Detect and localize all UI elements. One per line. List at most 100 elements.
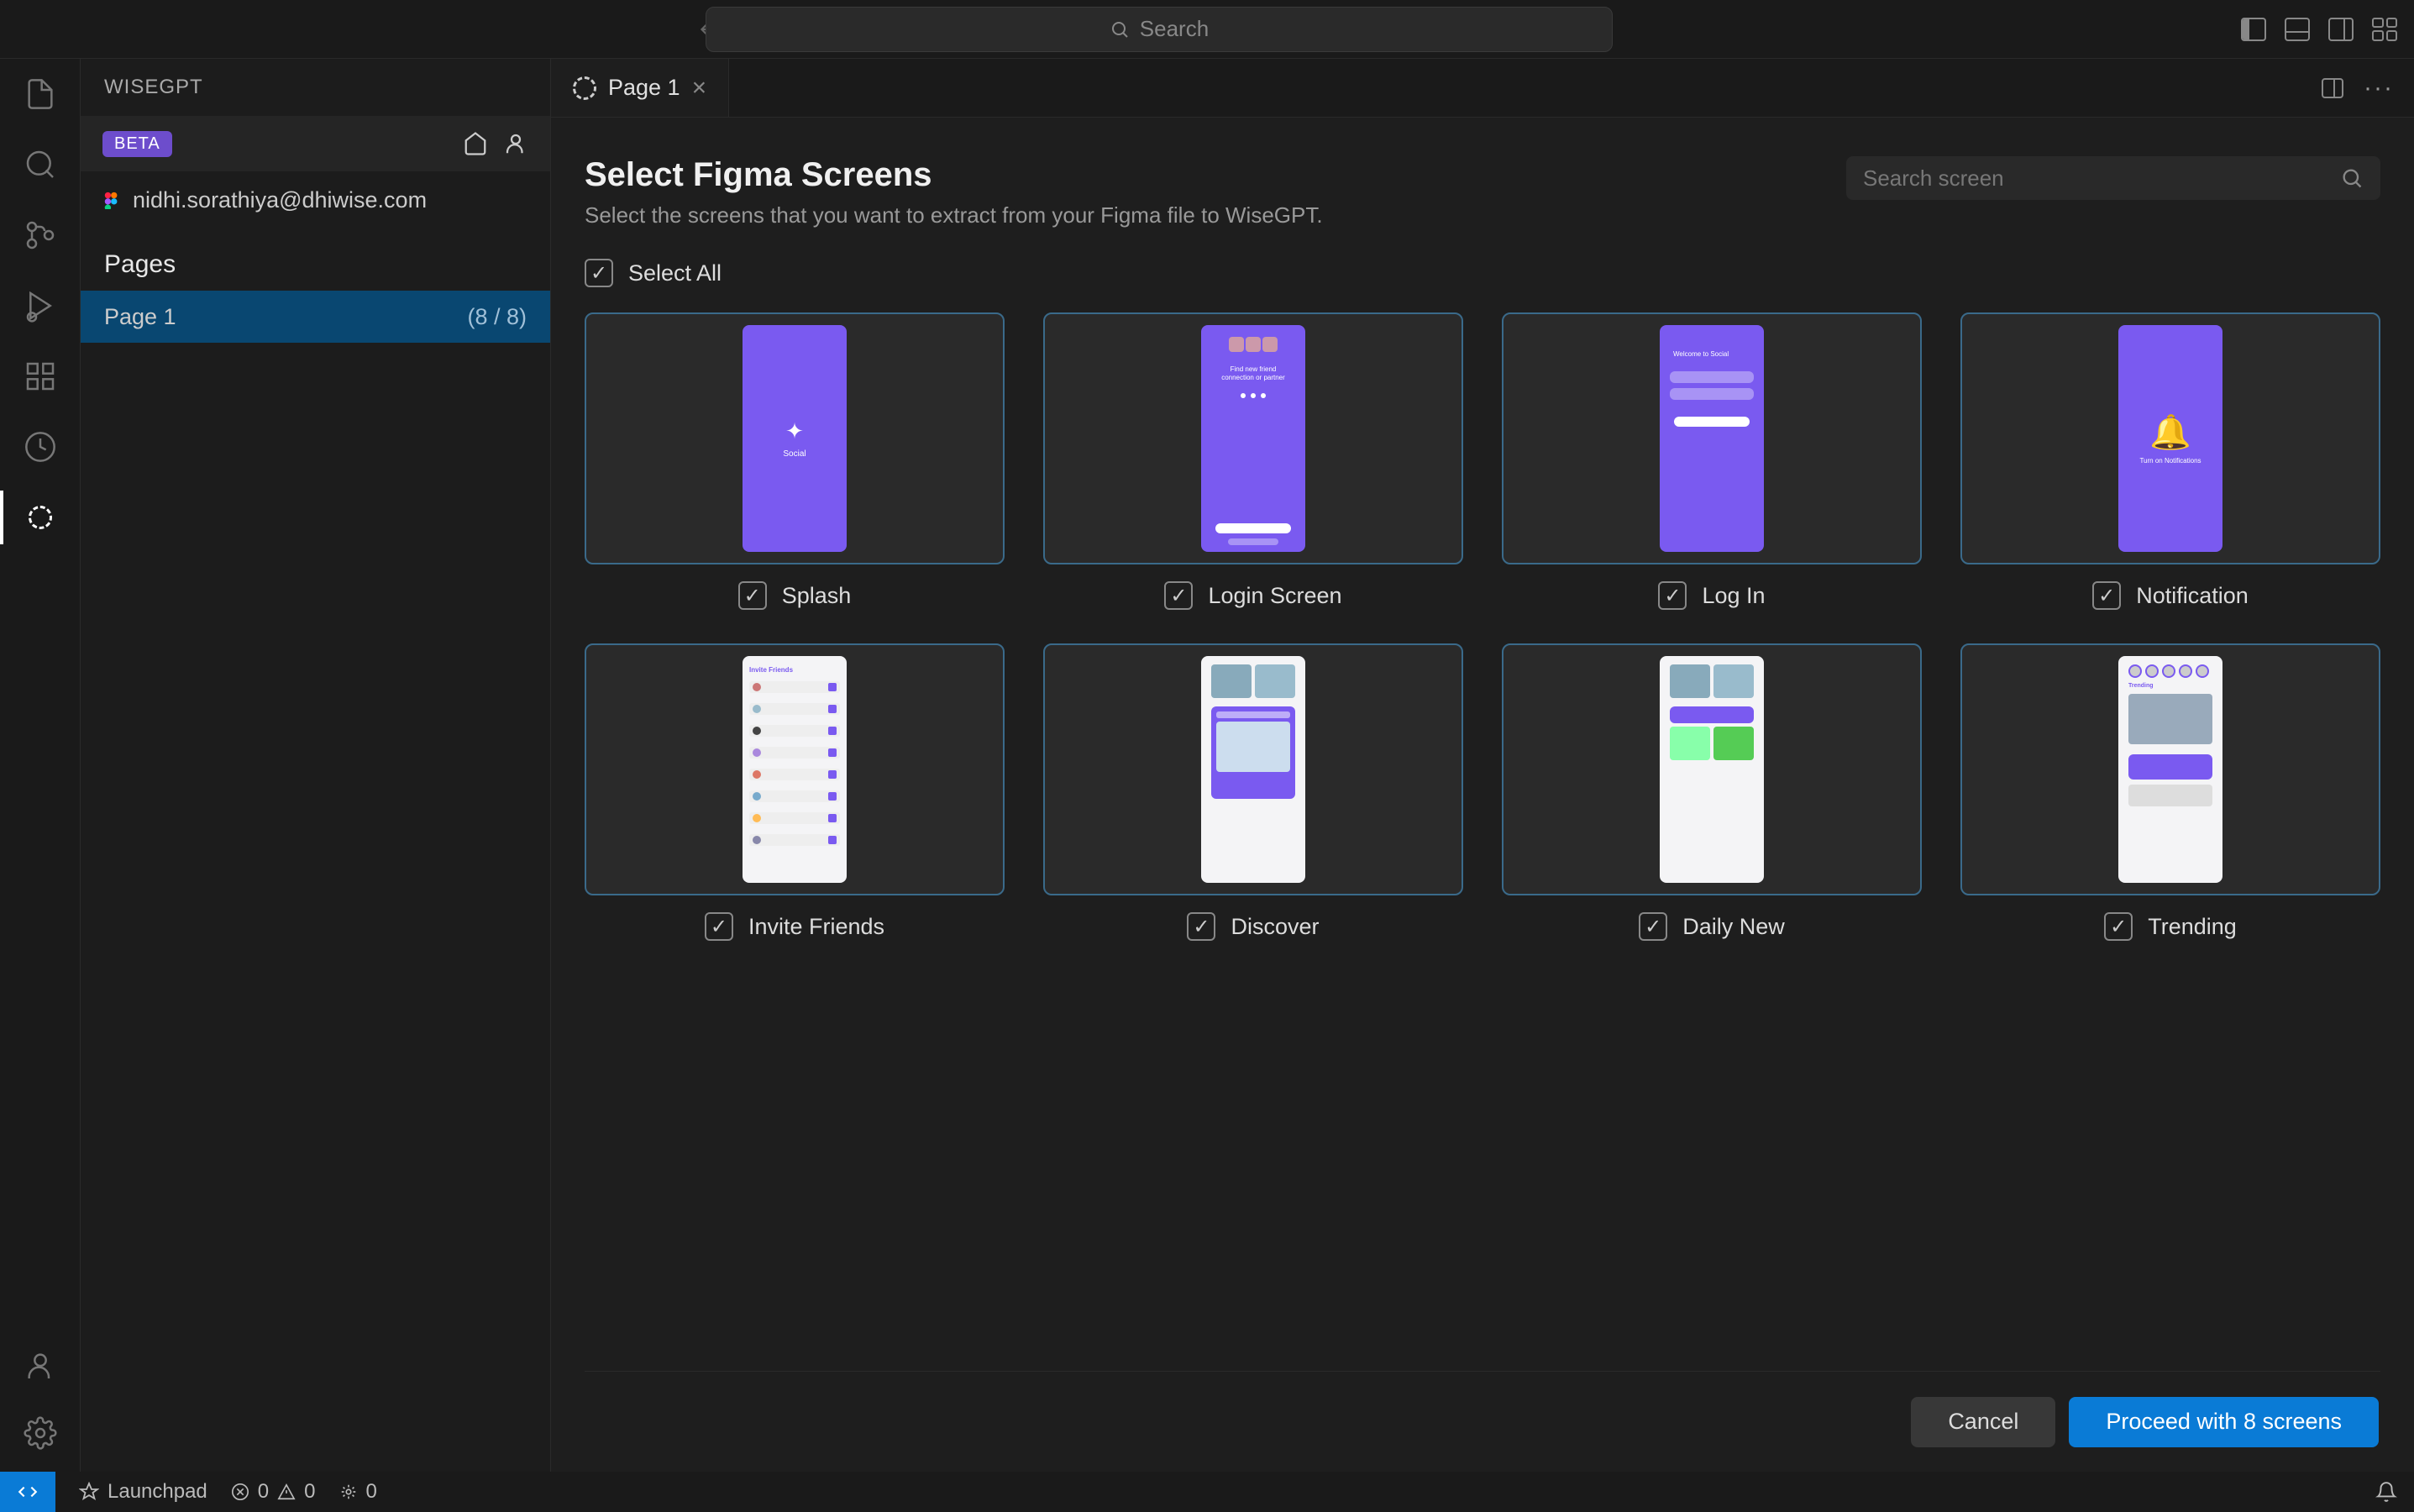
screen-checkbox[interactable] (1187, 912, 1215, 941)
titlebar-right (2241, 18, 2397, 41)
screen-label: Log In (1702, 583, 1765, 609)
more-icon[interactable]: ··· (2364, 74, 2394, 102)
split-editor-icon[interactable] (2322, 78, 2343, 98)
select-all-label: Select All (628, 260, 722, 286)
editor: Page 1 × ··· Select Figma Screens Select… (551, 59, 2414, 1472)
screen-thumb[interactable]: Trending (1960, 643, 2380, 895)
extensions-icon[interactable] (22, 358, 59, 395)
screen-checkbox[interactable] (1658, 581, 1687, 610)
screen-thumb[interactable] (1043, 643, 1463, 895)
screen-label-row[interactable]: Splash (738, 581, 852, 610)
status-bar: Launchpad 0 0 0 (0, 1472, 2414, 1512)
timeline-icon[interactable] (22, 428, 59, 465)
problems-status[interactable]: 0 0 (231, 1480, 316, 1504)
user-email: nidhi.sorathiya@dhiwise.com (133, 187, 427, 213)
content-header: Select Figma Screens Select the screens … (585, 156, 2380, 228)
sidebar-title: WISEGPT (81, 59, 550, 116)
screen-thumb[interactable] (1502, 643, 1922, 895)
screen-card-splash: ✦Social Splash (585, 312, 1005, 610)
content: Select Figma Screens Select the screens … (551, 118, 2414, 1472)
search-screen-placeholder: Search screen (1863, 165, 2004, 192)
screen-thumb[interactable]: Invite Friends (585, 643, 1005, 895)
proceed-button[interactable]: Proceed with 8 screens (2069, 1397, 2379, 1447)
titlebar-center: Search (706, 7, 2241, 52)
home-icon[interactable] (463, 131, 488, 156)
status-right (2375, 1481, 2397, 1503)
layout-grid-icon[interactable] (2372, 18, 2397, 41)
tab-page1[interactable]: Page 1 × (551, 59, 729, 117)
screen-thumb[interactable]: 🔔 Turn on Notifications (1960, 312, 2380, 564)
errors-count: 0 (258, 1480, 269, 1504)
sidebar: WISEGPT BETA nidhi.sorathiya@dhiwise.com… (81, 59, 551, 1472)
screen-card-discover: Discover (1043, 643, 1463, 941)
search-icon (2340, 166, 2364, 190)
bell-icon[interactable] (2375, 1481, 2397, 1503)
debug-icon[interactable] (22, 287, 59, 324)
screen-checkbox[interactable] (705, 912, 733, 941)
pages-header: Pages (81, 228, 550, 291)
screen-checkbox[interactable] (738, 581, 767, 610)
launchpad-label: Launchpad (108, 1480, 207, 1504)
screen-thumb[interactable]: Find new friendconnection or partner (1043, 312, 1463, 564)
figma-icon (102, 191, 121, 209)
screen-checkbox[interactable] (1639, 912, 1667, 941)
select-all-row[interactable]: Select All (585, 259, 2380, 287)
activity-bar-bottom (22, 1347, 59, 1472)
screen-label-row[interactable]: Log In (1658, 581, 1765, 610)
explorer-icon[interactable] (22, 76, 59, 113)
search-screen-input[interactable]: Search screen (1846, 156, 2380, 200)
wisegpt-icon[interactable] (22, 499, 59, 536)
close-icon[interactable]: × (692, 74, 707, 102)
screen-label-row[interactable]: Daily New (1639, 912, 1785, 941)
titlebar-left (17, 18, 706, 40)
account-icon[interactable] (22, 1347, 59, 1384)
screen-label-row[interactable]: Discover (1187, 912, 1319, 941)
screen-card-login-screen: Find new friendconnection or partner Log… (1043, 312, 1463, 610)
settings-icon[interactable] (22, 1415, 59, 1452)
remote-button[interactable] (0, 1472, 55, 1512)
header-text: Select Figma Screens Select the screens … (585, 156, 1323, 228)
page-item[interactable]: Page 1 (8 / 8) (81, 291, 550, 343)
sidebar-user[interactable]: nidhi.sorathiya@dhiwise.com (81, 171, 550, 228)
screen-label: Daily New (1682, 914, 1785, 940)
screen-label-row[interactable]: Notification (2092, 581, 2249, 610)
screen-card-log-in: Welcome to Social Log In (1502, 312, 1922, 610)
source-control-icon[interactable] (22, 217, 59, 254)
tabs: Page 1 × ··· (551, 59, 2414, 118)
layout-right-icon[interactable] (2328, 18, 2354, 41)
screen-label: Trending (2148, 914, 2237, 940)
screen-thumb[interactable]: ✦Social (585, 312, 1005, 564)
ports-status[interactable]: 0 (339, 1480, 377, 1504)
screen-card-notification: 🔔 Turn on Notifications Notification (1960, 312, 2380, 610)
global-search[interactable]: Search (706, 7, 1613, 52)
select-all-checkbox[interactable] (585, 259, 613, 287)
beta-badge: BETA (102, 131, 172, 157)
layout-bottom-icon[interactable] (2285, 18, 2310, 41)
screen-label-row[interactable]: Login Screen (1164, 581, 1341, 610)
titlebar: Search (0, 0, 2414, 59)
search-icon[interactable] (22, 146, 59, 183)
screen-card-daily-new: Daily New (1502, 643, 1922, 941)
screen-label: Splash (782, 583, 852, 609)
screen-checkbox[interactable] (2092, 581, 2121, 610)
launchpad-status[interactable]: Launchpad (79, 1480, 207, 1504)
screens-grid: ✦Social Splash Find new friendconnection… (585, 312, 2380, 941)
sidebar-beta-row: BETA (81, 116, 550, 171)
beta-actions (463, 131, 528, 156)
tab-spinner-icon (573, 76, 596, 100)
screen-label-row[interactable]: Invite Friends (705, 912, 884, 941)
screen-label: Notification (2136, 583, 2249, 609)
screen-label: Login Screen (1208, 583, 1341, 609)
user-icon[interactable] (503, 131, 528, 156)
layout-left-icon[interactable] (2241, 18, 2266, 41)
screen-checkbox[interactable] (1164, 581, 1193, 610)
screen-label-row[interactable]: Trending (2104, 912, 2237, 941)
tab-label: Page 1 (608, 75, 680, 101)
search-placeholder: Search (1140, 16, 1209, 42)
tabs-right: ··· (2322, 59, 2414, 117)
screen-thumb[interactable]: Welcome to Social (1502, 312, 1922, 564)
warnings-count: 0 (304, 1480, 315, 1504)
cancel-button[interactable]: Cancel (1911, 1397, 2055, 1447)
screen-checkbox[interactable] (2104, 912, 2133, 941)
footer-bar: Cancel Proceed with 8 screens (585, 1371, 2380, 1472)
